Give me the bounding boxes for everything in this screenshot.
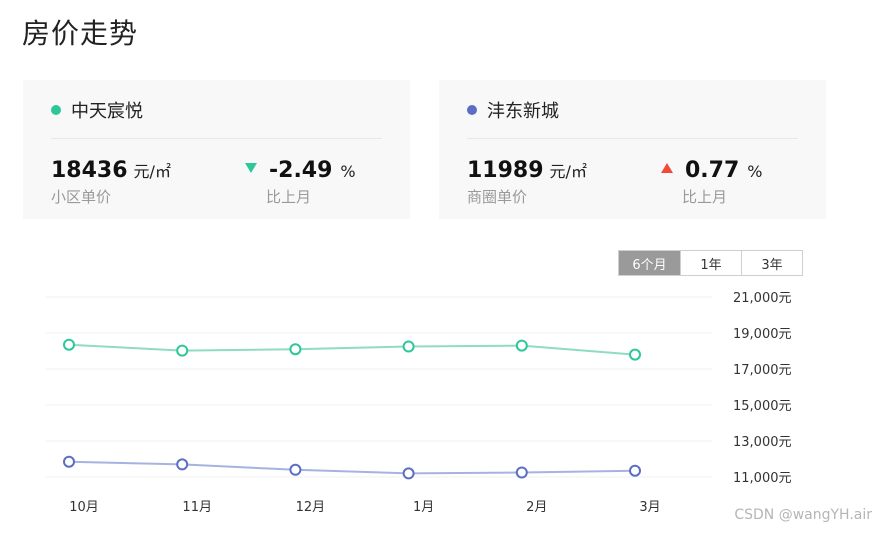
price-trend-chart: 21,000元 19,000元 17,000元 15,000元 13,000元 11,00… bbox=[45, 291, 792, 515]
district-price-card: 沣东新城 11989 元/㎡ 商圈单价 0.77 % 比上月 bbox=[439, 80, 826, 219]
price-label: 小区单价 bbox=[51, 188, 112, 206]
x-tick-label: 11月 bbox=[182, 500, 212, 515]
data-point bbox=[402, 340, 415, 353]
y-tick-label: 19,000元 bbox=[733, 327, 792, 342]
y-tick-label: 13,000元 bbox=[733, 435, 792, 450]
price-unit: 元/㎡ bbox=[549, 162, 587, 181]
change-number: -2.49 bbox=[269, 158, 333, 183]
data-point bbox=[176, 344, 189, 357]
card-header: 沣东新城 bbox=[467, 98, 559, 122]
change-unit: % bbox=[747, 162, 763, 181]
district-name: 沣东新城 bbox=[487, 101, 559, 122]
y-tick-label: 21,000元 bbox=[733, 291, 792, 306]
x-tick-label: 1月 bbox=[413, 500, 434, 515]
down-triangle-icon bbox=[245, 163, 257, 173]
range-tab-group: 6个月 1年 3年 bbox=[618, 250, 803, 276]
series-line-0 bbox=[68, 343, 636, 356]
data-point bbox=[63, 455, 75, 468]
data-point bbox=[63, 338, 75, 351]
change-label: 比上月 bbox=[266, 188, 312, 206]
change-value: 0.77 % bbox=[661, 158, 762, 183]
data-point bbox=[629, 464, 641, 477]
price-number: 18436 bbox=[51, 158, 128, 183]
x-tick-label: 10月 bbox=[69, 500, 99, 515]
data-point bbox=[515, 466, 528, 479]
price-number: 11989 bbox=[467, 158, 544, 183]
data-point bbox=[176, 458, 189, 471]
tab-3-years[interactable]: 3年 bbox=[741, 251, 802, 275]
page-title: 房价走势 bbox=[22, 17, 139, 50]
series-line-1 bbox=[68, 460, 636, 475]
tab-6-months[interactable]: 6个月 bbox=[619, 251, 680, 275]
price-value: 18436 元/㎡ bbox=[51, 158, 171, 183]
data-point bbox=[402, 467, 415, 480]
x-tick-label: 2月 bbox=[526, 500, 547, 515]
data-point bbox=[515, 339, 528, 352]
card-divider bbox=[467, 138, 798, 139]
tab-1-year[interactable]: 1年 bbox=[680, 251, 741, 275]
change-number: 0.77 bbox=[685, 158, 740, 183]
data-point bbox=[629, 348, 641, 361]
card-divider bbox=[51, 138, 382, 139]
x-tick-label: 3月 bbox=[639, 500, 660, 515]
community-name: 中天宸悦 bbox=[71, 101, 143, 122]
change-value: -2.49 % bbox=[245, 158, 356, 183]
y-tick-label: 17,000元 bbox=[733, 363, 792, 378]
change-unit: % bbox=[340, 162, 356, 181]
price-label: 商圈单价 bbox=[467, 188, 528, 206]
watermark: CSDN @wangYH.air bbox=[734, 507, 872, 523]
price-value: 11989 元/㎡ bbox=[467, 158, 587, 183]
card-header: 中天宸悦 bbox=[51, 98, 143, 122]
data-point bbox=[289, 463, 302, 476]
change-label: 比上月 bbox=[682, 188, 728, 206]
series-dot-icon bbox=[467, 105, 477, 115]
x-tick-label: 12月 bbox=[296, 500, 326, 515]
y-tick-label: 15,000元 bbox=[733, 399, 792, 414]
series-dot-icon bbox=[51, 105, 61, 115]
up-triangle-icon bbox=[661, 163, 673, 173]
community-price-card: 中天宸悦 18436 元/㎡ 小区单价 -2.49 % 比上月 bbox=[23, 80, 410, 219]
data-point bbox=[289, 343, 302, 356]
y-tick-label: 11,000元 bbox=[733, 471, 792, 486]
price-unit: 元/㎡ bbox=[133, 162, 171, 181]
